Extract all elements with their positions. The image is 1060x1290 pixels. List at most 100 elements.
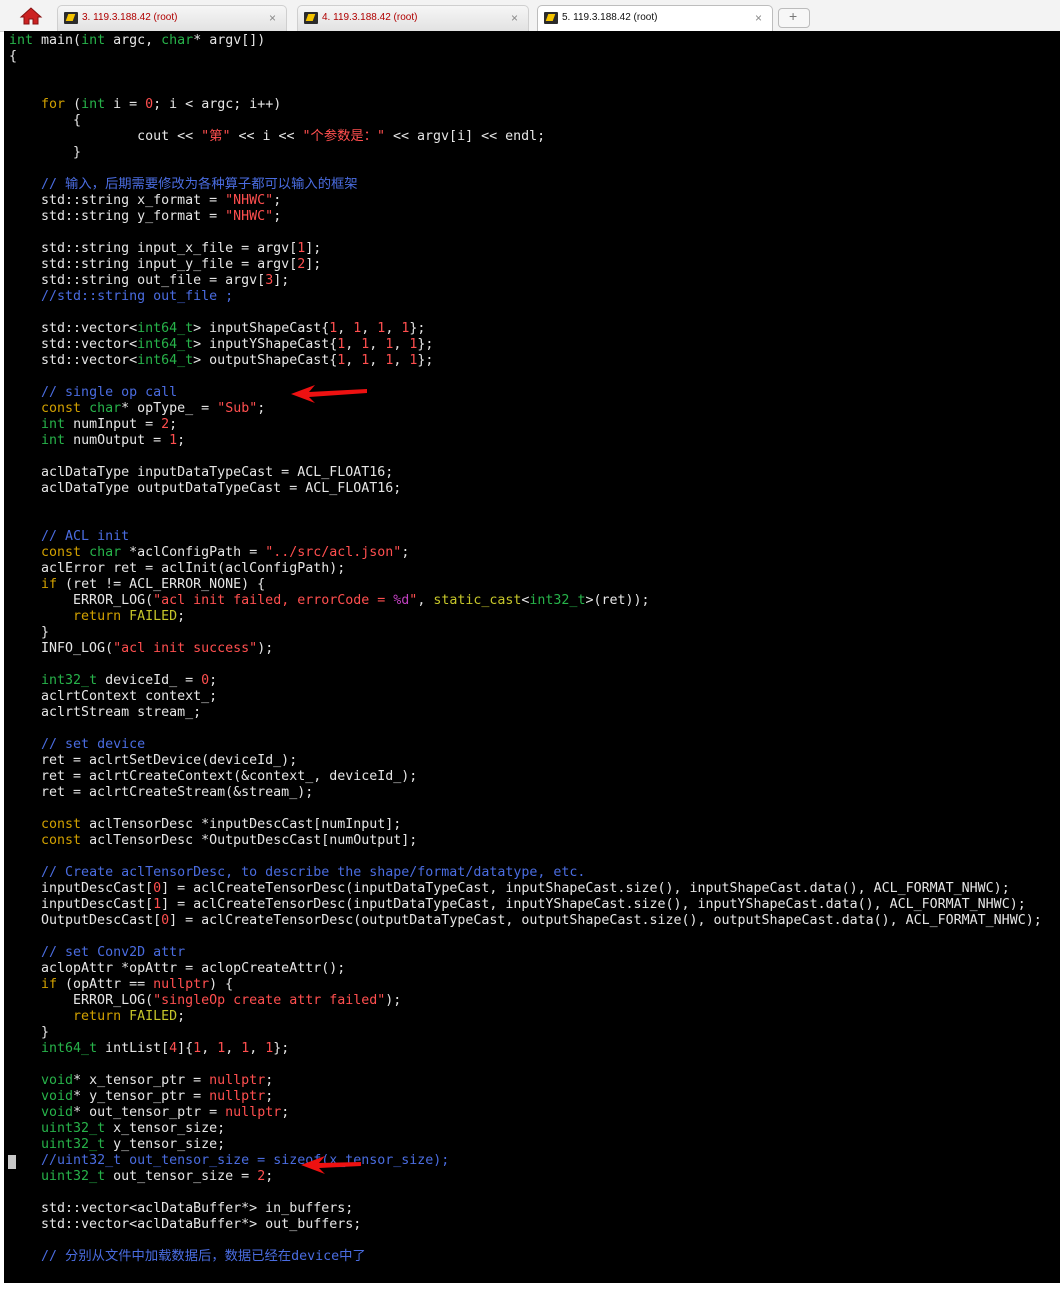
code-line: std::string x_format = "NHWC"; — [9, 193, 1042, 209]
code-token: (opAttr == — [57, 977, 154, 992]
code-line: uint32_t out_tensor_size = 2; — [9, 1169, 1042, 1185]
code-line: aclrtStream stream_; — [9, 705, 1042, 721]
code-token: return — [73, 609, 122, 624]
code-line: ERROR_LOG("acl init failed, errorCode = … — [9, 593, 1042, 609]
terminal-icon — [304, 12, 318, 24]
code-token: x_tensor_size; — [105, 1121, 226, 1136]
code-token: // Create aclTensorDesc, to describe the… — [41, 865, 586, 880]
code-line: std::string input_x_file = argv[1]; — [9, 241, 1042, 257]
code-line: { — [9, 49, 1042, 65]
code-token: , — [225, 1041, 242, 1056]
code-token: ret = aclrtSetDevice(deviceId_); — [9, 753, 298, 768]
code-token: void — [41, 1073, 74, 1088]
code-line: int numInput = 2; — [9, 417, 1042, 433]
code-line: uint32_t x_tensor_size; — [9, 1121, 1042, 1137]
code-token: * x_tensor_ptr = — [73, 1073, 210, 1088]
code-token: OutputDescCast[ — [9, 913, 162, 928]
code-token: > inputYShapeCast{ — [193, 337, 338, 352]
code-token: *aclConfigPath = — [121, 545, 266, 560]
code-token: ]{ — [177, 1041, 194, 1056]
code-token: std::vector<aclDataBuffer*> in_buffers; — [9, 1201, 354, 1216]
code-token: ret = aclrtCreateStream(&stream_); — [9, 785, 314, 800]
code-token: (ret != ACL_ERROR_NONE) { — [57, 577, 266, 592]
code-token: "第" — [201, 129, 231, 144]
code-line: if (opAttr == nullptr) { — [9, 977, 1042, 993]
tab-session-5[interactable]: 5. 119.3.188.42 (root) × — [537, 5, 773, 31]
code-line: std::vector<int64_t> outputShapeCast{1, … — [9, 353, 1042, 369]
close-icon[interactable]: × — [755, 11, 762, 25]
code-token: ; — [281, 1105, 290, 1120]
code-line: int32_t deviceId_ = 0; — [9, 673, 1042, 689]
tab-session-3[interactable]: 3. 119.3.188.42 (root) × — [57, 5, 287, 31]
code-line: } — [9, 625, 1042, 641]
code-line: //uint32_t out_tensor_size = sizeof(x_te… — [9, 1153, 1042, 1169]
tab-label: 5. 119.3.188.42 (root) — [562, 12, 658, 23]
code-token: , — [393, 353, 410, 368]
home-icon[interactable] — [18, 6, 44, 26]
code-token: aclopAttr *opAttr = aclopCreateAttr(); — [9, 961, 346, 976]
code-token: ERROR_LOG( — [9, 993, 154, 1008]
code-token: aclTensorDesc *inputDescCast[numInput]; — [81, 817, 402, 832]
code-token: ; — [265, 1169, 274, 1184]
code-token: ERROR_LOG( — [9, 593, 154, 608]
code-token: ] = aclCreateTensorDesc(outputDataTypeCa… — [169, 913, 1042, 928]
code-token: , — [201, 1041, 218, 1056]
code-line: return FAILED; — [9, 609, 1042, 625]
close-icon[interactable]: × — [511, 11, 518, 25]
code-line: uint32_t y_tensor_size; — [9, 1137, 1042, 1153]
code-token: // 分别从文件中加载数据后，数据已经在device中了 — [41, 1249, 366, 1264]
code-token: 0 — [153, 881, 162, 896]
code-line: //std::string out_file ; — [9, 289, 1042, 305]
code-token: 0 — [201, 673, 210, 688]
code-token: ret = aclrtCreateContext(&context_, devi… — [9, 769, 418, 784]
code-line: // Create aclTensorDesc, to describe the… — [9, 865, 1042, 881]
code-token: , — [385, 321, 402, 336]
code-token: * opType_ = — [121, 401, 218, 416]
code-token: int64_t — [137, 337, 194, 352]
code-token: inputDescCast[ — [9, 897, 154, 912]
code-token: int — [41, 417, 66, 432]
code-token: 2 — [161, 417, 170, 432]
new-tab-icon[interactable] — [778, 8, 810, 28]
code-token: numOutput = — [65, 433, 170, 448]
code-token: deviceId_ = — [97, 673, 202, 688]
code-token: uint32_t — [41, 1137, 106, 1152]
code-token: aclrtContext context_; — [9, 689, 218, 704]
code-token: ( — [65, 97, 82, 112]
terminal-pane[interactable]: int main(int argc, char* argv[]){ for (i… — [4, 31, 1060, 1283]
code-token: { — [9, 49, 18, 64]
code-token: char — [89, 401, 122, 416]
code-token: return — [73, 1009, 122, 1024]
code-line: aclDataType outputDataTypeCast = ACL_FLO… — [9, 481, 1042, 497]
code-line: OutputDescCast[0] = aclCreateTensorDesc(… — [9, 913, 1042, 929]
red-arrow-annotation — [291, 385, 367, 403]
code-token: } — [9, 145, 82, 160]
code-token: ; — [177, 1009, 186, 1024]
close-icon[interactable]: × — [269, 11, 276, 25]
code-token: nullptr — [225, 1105, 282, 1120]
code-line: std::string input_y_file = argv[2]; — [9, 257, 1042, 273]
tab-session-4[interactable]: 4. 119.3.188.42 (root) × — [297, 5, 529, 31]
code-token: }; — [409, 321, 426, 336]
code-line: int64_t intList[4]{1, 1, 1, 1}; — [9, 1041, 1042, 1057]
code-token: }; — [273, 1041, 290, 1056]
